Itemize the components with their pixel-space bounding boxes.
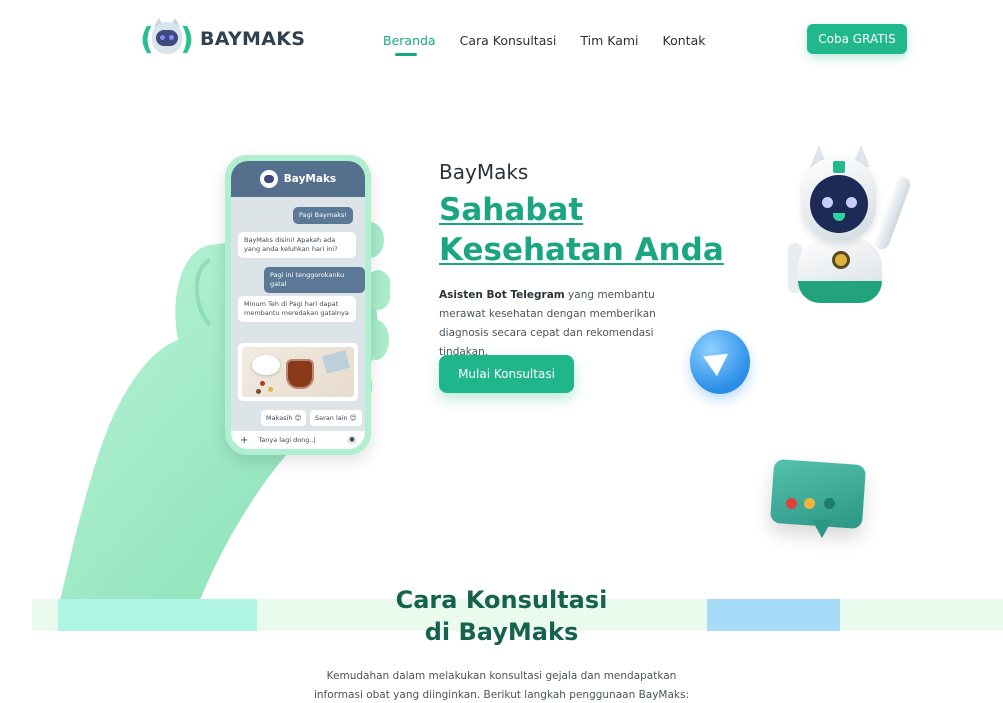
coba-gratis-button[interactable]: Coba GRATIS: [807, 24, 907, 54]
quick-reply-chip[interactable]: Saran lain 😊: [310, 410, 362, 426]
brand-logo[interactable]: ( ) BAYMAKS: [140, 18, 306, 58]
bot-avatar: [259, 170, 278, 188]
mic-icon[interactable]: ●: [347, 435, 357, 445]
robot-logo-icon: ( ): [140, 18, 194, 58]
mulai-konsultasi-button[interactable]: Mulai Konsultasi: [439, 355, 574, 393]
section-title: Cara Konsultasi di BayMaks: [0, 584, 1003, 648]
phone-mockup: BayMaks Pagi Baymaks! BayMaks disini! Ap…: [225, 155, 371, 455]
chat-header: BayMaks: [231, 161, 365, 197]
section-description: Kemudahan dalam melakukan konsultasi gej…: [0, 667, 1003, 703]
plus-icon[interactable]: +: [240, 435, 248, 446]
telegram-icon: [690, 330, 750, 394]
section-title-line1: Cara Konsultasi: [395, 586, 608, 614]
chat-input[interactable]: + Tanya lagi dong..| ●: [231, 431, 365, 449]
chat-message-out: Pagi Baymaks!: [293, 207, 353, 224]
chat-title: BayMaks: [283, 173, 337, 185]
nav-item-cara-konsultasi[interactable]: Cara Konsultasi: [460, 33, 557, 48]
nav-item-beranda[interactable]: Beranda: [383, 33, 436, 48]
chat-message-out: Pagi ini tenggorokanku gatal: [264, 267, 365, 293]
hero-description: Asisten Bot Telegram yang membantu meraw…: [439, 286, 699, 362]
hero-title-line1: Sahabat: [439, 192, 584, 228]
chat-input-placeholder: Tanya lagi dong..|: [258, 436, 316, 444]
section-desc-line2: informasi obat yang diinginkan. Berikut …: [313, 689, 690, 701]
chat-message-in: Minum Teh di Pagi hari dapat membantu me…: [238, 296, 356, 322]
logo-text: BAYMAKS: [200, 28, 306, 50]
chat-screen: BayMaks Pagi Baymaks! BayMaks disini! Ap…: [231, 161, 365, 449]
hero-brand: BayMaks: [439, 160, 529, 184]
robot-mascot: [786, 145, 916, 310]
hero-desc-bold: Asisten Bot Telegram: [439, 289, 565, 301]
tea-photo: [238, 343, 358, 401]
section-desc-line1: Kemudahan dalam melakukan konsultasi gej…: [326, 670, 677, 682]
hero-title-line2: Kesehatan Anda: [439, 232, 724, 268]
quick-reply-chip[interactable]: Makasih 😊: [261, 410, 307, 426]
hero-title: Sahabat Kesehatan Anda: [439, 190, 724, 270]
chat-message-in: BayMaks disini! Apakah ada yang anda kel…: [238, 232, 356, 258]
chat-bubble-icon: [769, 458, 867, 546]
active-nav-indicator: [395, 53, 417, 56]
main-nav: Beranda Cara Konsultasi Tim Kami Kontak: [383, 33, 729, 56]
nav-item-kontak[interactable]: Kontak: [663, 33, 706, 48]
nav-item-tim-kami[interactable]: Tim Kami: [580, 33, 638, 48]
section-title-line2: di BayMaks: [424, 618, 579, 646]
